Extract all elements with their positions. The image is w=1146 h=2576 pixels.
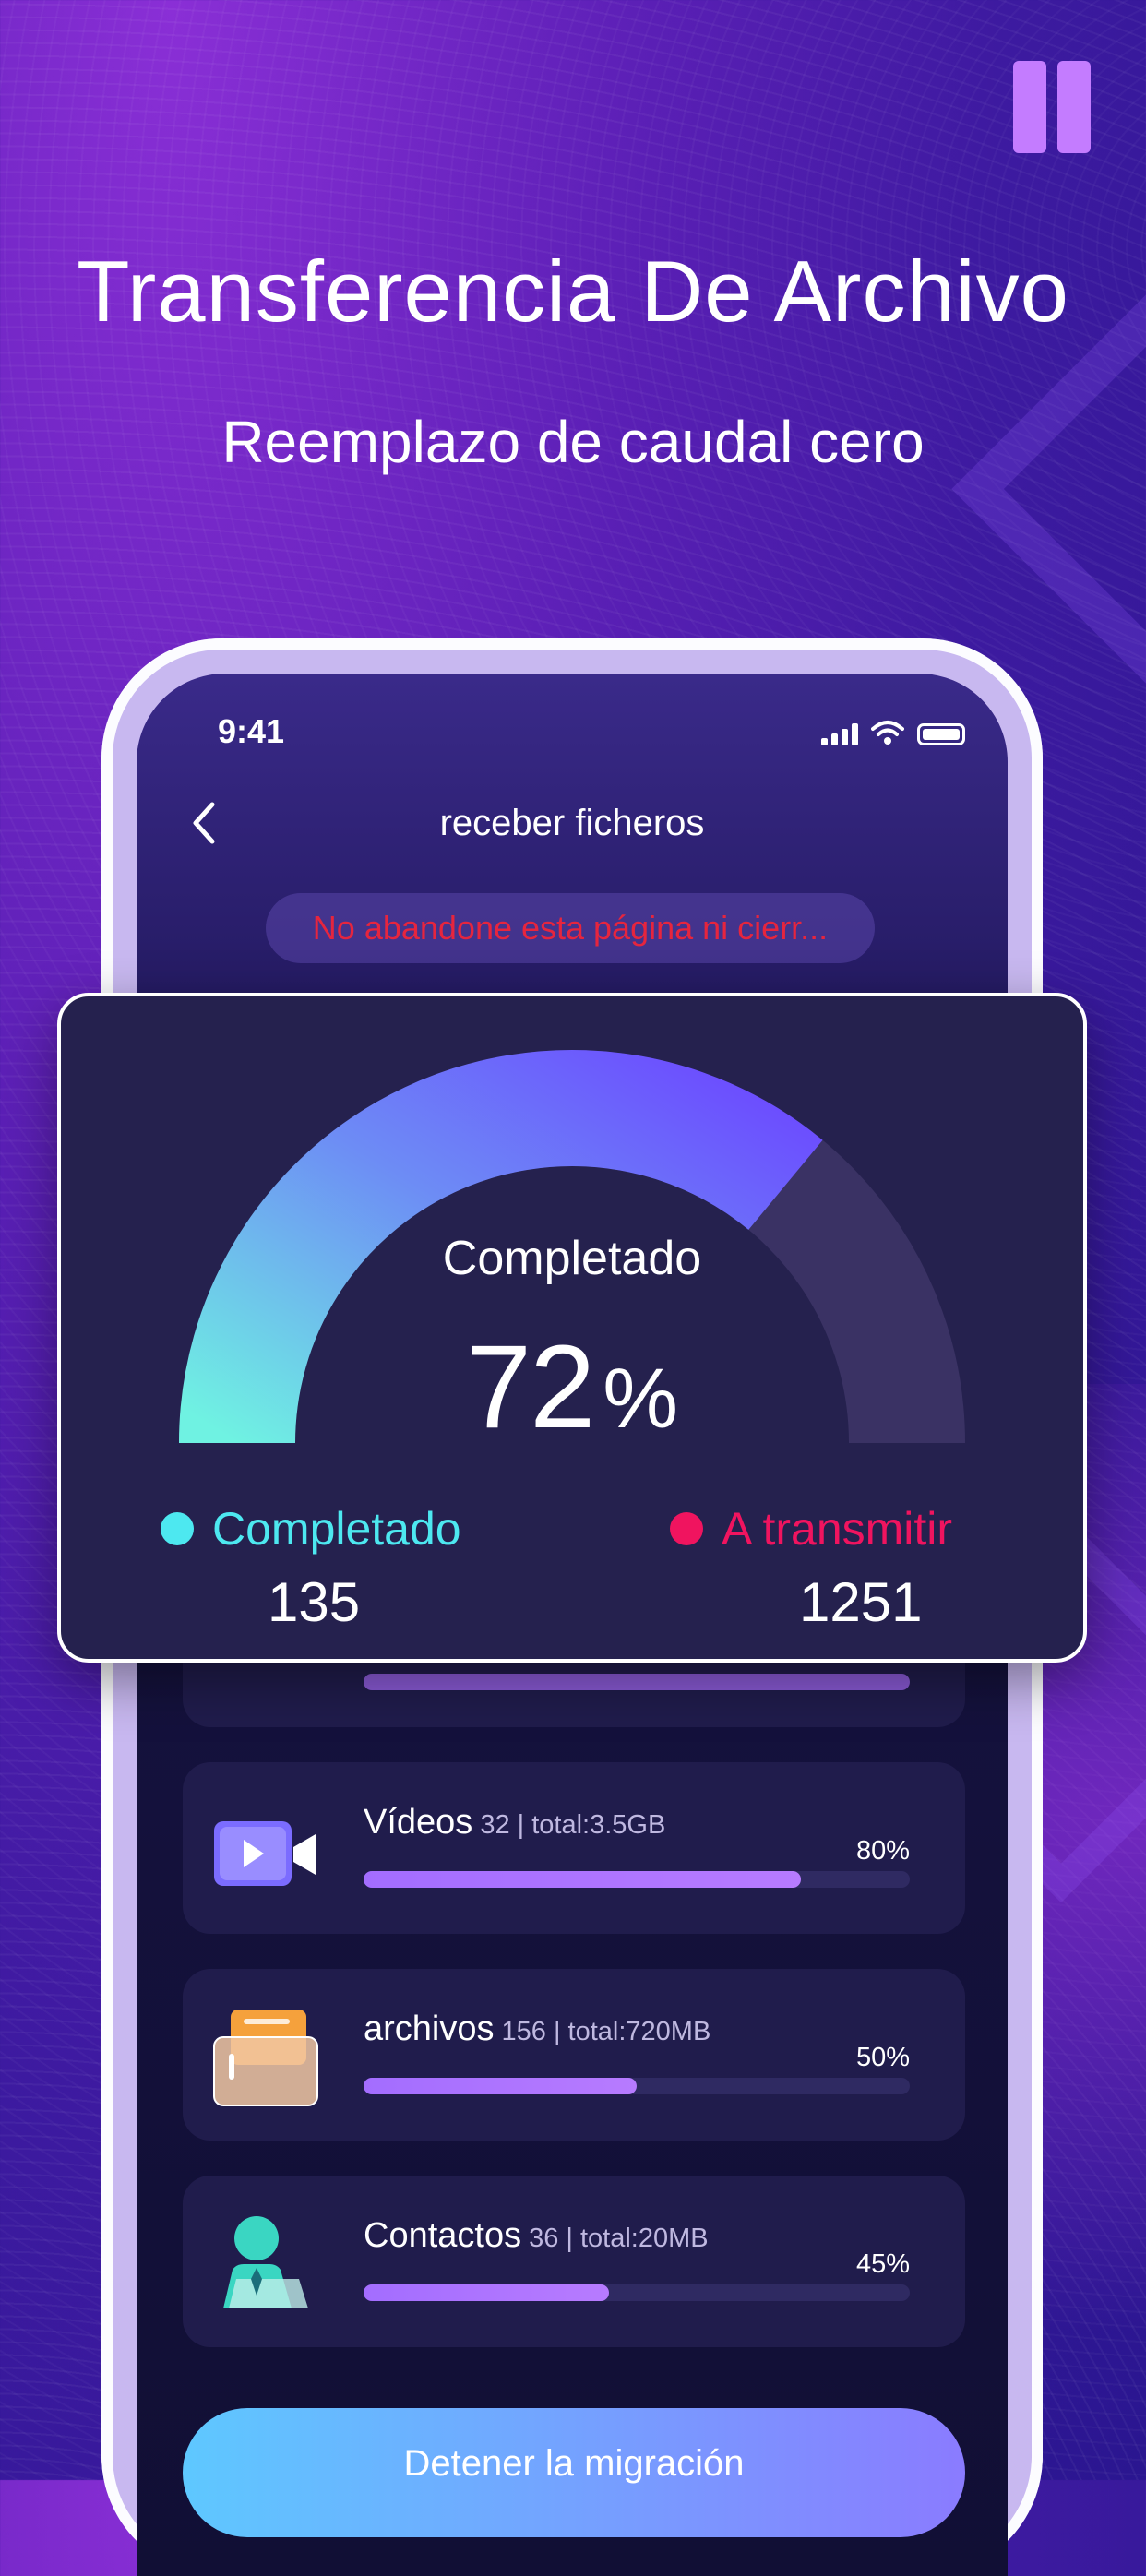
pause-icon[interactable] [1013,61,1091,157]
percent-unit: % [603,1352,679,1446]
legend-pending: A transmitir [670,1502,952,1556]
file-percent: 50% [855,2043,910,2072]
file-card-title: Contactos 36 | total:20MB [364,2216,709,2256]
contact-person-icon [223,2216,308,2308]
progress-track [364,2078,910,2094]
battery-icon [917,723,965,745]
page-title: receber ficheros [439,803,705,843]
file-meta: 156 | total:720MB [501,2017,711,2046]
progress-fill [364,2284,610,2301]
file-card-title: Vídeos 32 | total:3.5GB [364,1803,665,1843]
progress-fill [364,2078,637,2094]
progress-track [364,1871,910,1888]
signal-icon [821,723,858,745]
legend-completed-label: Completado [212,1503,461,1555]
hero-title: Transferencia De Archivo [77,243,1069,340]
wifi-icon [871,721,904,745]
warning-banner: No abandone esta página ni cierr... [266,893,875,963]
file-name: Contactos [364,2216,522,2255]
legend-completed: Completado [161,1502,461,1556]
file-meta: 32 | total:3.5GB [480,1810,666,1840]
gauge-label: Completado [442,1232,702,1285]
file-name: archivos [364,2010,495,2048]
progress-gauge-card: Completado 72% Completado 135 A transmit… [57,993,1087,1663]
progress-track [364,2284,910,2301]
legend-pending-label: A transmitir [722,1503,953,1555]
status-time: 9:41 [218,712,285,750]
hero-subtitle: Reemplazo de caudal cero [221,409,925,475]
file-card-videos[interactable]: Vídeos 32 | total:3.5GB 80% [183,1762,965,1934]
file-percent: 80% [855,1836,910,1866]
progress-track [364,1674,910,1690]
folder-icon [213,2010,318,2106]
pending-dot-icon [670,1512,703,1545]
completed-dot-icon [161,1512,194,1545]
gauge-value: 72% [61,1319,1083,1455]
file-card-archivos[interactable]: archivos 156 | total:720MB 50% [183,1969,965,2141]
file-card-title: archivos 156 | total:720MB [364,2010,710,2049]
stop-migration-button[interactable]: Detener la migración [183,2408,965,2537]
progress-fill [364,1871,801,1888]
video-camera-icon [214,1821,316,1886]
pending-count: 1251 [799,1571,923,1633]
file-percent: 45% [855,2249,910,2279]
percent-number: 72 [465,1321,595,1453]
file-card-contactos[interactable]: Contactos 36 | total:20MB 45% [183,2176,965,2347]
file-meta: 36 | total:20MB [529,2224,709,2253]
status-icons [821,718,965,745]
completed-count: 135 [268,1571,361,1633]
file-name: Vídeos [364,1803,473,1842]
